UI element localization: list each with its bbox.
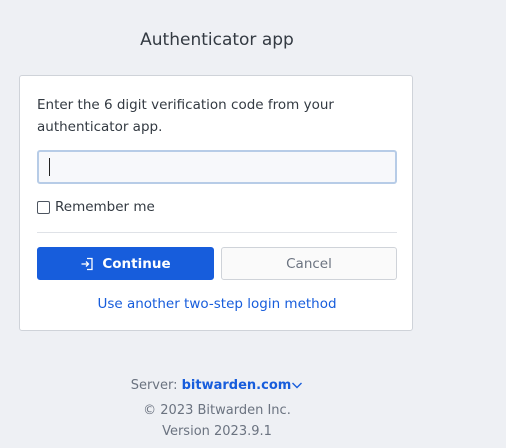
remember-me-option[interactable]: Remember me <box>37 199 155 215</box>
text-cursor <box>49 158 50 176</box>
cancel-label: Cancel <box>286 255 332 272</box>
remember-me-label: Remember me <box>55 199 155 215</box>
verification-code-input[interactable] <box>37 150 397 184</box>
page-title: Authenticator app <box>140 30 294 50</box>
chevron-down-icon[interactable] <box>291 381 303 390</box>
version-text: Version 2023.9.1 <box>162 424 272 439</box>
cancel-button[interactable]: Cancel <box>221 247 397 280</box>
continue-label: Continue <box>102 255 171 272</box>
login-card: Enter the 6 digit verification code from… <box>19 75 413 331</box>
alternate-login-method-link[interactable]: Use another two-step login method <box>20 296 414 312</box>
server-value-link[interactable]: bitwarden.com <box>182 378 292 393</box>
server-selector: Server: bitwarden.com <box>19 378 415 393</box>
continue-button[interactable]: Continue <box>37 247 214 280</box>
remember-me-checkbox[interactable] <box>37 200 50 214</box>
server-label: Server: <box>130 378 178 393</box>
divider <box>37 232 397 233</box>
copyright-text: © 2023 Bitwarden Inc. <box>143 403 291 418</box>
instructions-text: Enter the 6 digit verification code from… <box>37 97 334 135</box>
sign-in-icon <box>81 257 94 270</box>
